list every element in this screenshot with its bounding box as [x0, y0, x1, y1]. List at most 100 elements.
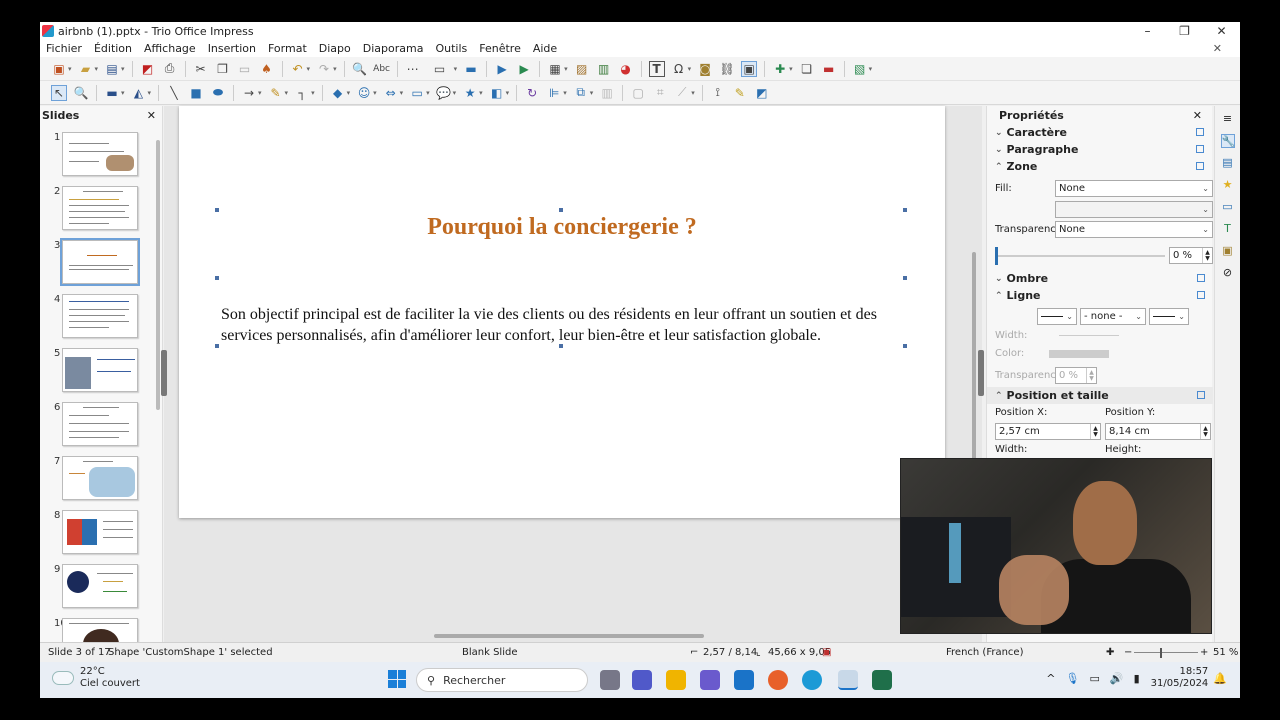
open-dropdown-icon[interactable]: ▾: [95, 65, 99, 73]
select-icon[interactable]: ↖: [51, 84, 67, 101]
text-box-icon[interactable]: T: [648, 60, 665, 77]
selection-handle[interactable]: [215, 276, 219, 280]
menu-diapo[interactable]: Diapo: [319, 42, 351, 55]
paste-icon[interactable]: ▭: [237, 61, 253, 77]
find-replace-icon[interactable]: 🔍: [352, 61, 368, 77]
close-properties-icon[interactable]: ✕: [1193, 109, 1202, 122]
selection-handle[interactable]: [903, 344, 907, 348]
special-character-icon[interactable]: Ω: [671, 61, 687, 77]
position-x-input[interactable]: 2,57 cm ▲ ▼: [995, 423, 1101, 440]
stars-icon[interactable]: ★: [462, 85, 478, 101]
mail-icon[interactable]: [734, 670, 754, 690]
transparency-select[interactable]: None ⌄: [1055, 221, 1213, 238]
file-explorer-icon[interactable]: [666, 670, 686, 690]
more-options-icon[interactable]: [1197, 291, 1205, 299]
start-from-current-icon[interactable]: ▶: [516, 61, 532, 77]
flowchart-dropdown-icon[interactable]: ▾: [426, 89, 430, 97]
close-slides-pane-icon[interactable]: ✕: [147, 109, 156, 122]
master-slide-icon[interactable]: ▬: [463, 61, 479, 77]
3d-objects-icon[interactable]: ◧: [489, 85, 505, 101]
undo-dropdown-icon[interactable]: ▾: [307, 65, 311, 73]
menu-fenetre[interactable]: Fenêtre: [479, 42, 521, 55]
battery-icon[interactable]: ▮: [1134, 672, 1140, 685]
minimize-button[interactable]: –: [1129, 22, 1166, 40]
master-slides-icon[interactable]: ▤: [1221, 156, 1235, 170]
selection-handle[interactable]: [559, 344, 563, 348]
spin-buttons-icon[interactable]: ▲ ▼: [1200, 424, 1210, 439]
properties-icon[interactable]: 🔧: [1220, 134, 1235, 148]
firefox-icon[interactable]: [768, 670, 788, 690]
navigator-icon[interactable]: ⊘: [1221, 266, 1235, 280]
slider-thumb[interactable]: [995, 246, 998, 265]
redo-icon[interactable]: ↷: [316, 61, 332, 77]
horizontal-scrollbar[interactable]: [434, 634, 704, 638]
animation-icon[interactable]: ★: [1221, 178, 1235, 192]
spelling-icon[interactable]: Abc: [373, 61, 390, 77]
section-ombre[interactable]: ⌄ Ombre: [987, 270, 1213, 287]
restore-button[interactable]: ❐: [1166, 22, 1203, 40]
menu-outils[interactable]: Outils: [435, 42, 467, 55]
close-window-button[interactable]: ✕: [1203, 22, 1240, 40]
table-icon[interactable]: ▦: [547, 61, 563, 77]
layout-dropdown-icon[interactable]: ▾: [869, 65, 873, 73]
copy-icon[interactable]: ❐: [215, 61, 231, 77]
points-icon[interactable]: ⟟: [710, 85, 726, 101]
rotate-icon[interactable]: ↻: [524, 85, 540, 101]
new-slide-dropdown-icon[interactable]: ▾: [789, 65, 793, 73]
hyperlink-icon[interactable]: ⛓: [719, 61, 735, 77]
views-dropdown-icon[interactable]: ▾: [454, 65, 458, 73]
slide-thumbnail-9[interactable]: 9: [40, 564, 150, 614]
new-slide-icon[interactable]: ✚: [772, 61, 788, 77]
slide-thumbnail-8[interactable]: 8: [40, 510, 150, 560]
crop-icon[interactable]: ⌗: [652, 85, 668, 101]
spin-buttons-icon[interactable]: ▲ ▼: [1086, 368, 1096, 383]
filter-dropdown-icon[interactable]: ▾: [691, 89, 695, 97]
glue-points-icon[interactable]: ✎: [732, 85, 748, 101]
curve-dropdown-icon[interactable]: ▾: [285, 89, 289, 97]
chart-icon[interactable]: ◕: [618, 61, 634, 77]
menu-fichier[interactable]: Fichier: [46, 42, 82, 55]
spin-buttons-icon[interactable]: ▲ ▼: [1090, 424, 1100, 439]
slide-thumbnail-7[interactable]: 7: [40, 456, 150, 506]
clock[interactable]: 18:57 31/05/2024: [1151, 666, 1209, 690]
slide-title[interactable]: Pourquoi la conciergerie ?: [179, 214, 945, 241]
toggle-extrusion-icon[interactable]: ◩: [754, 85, 770, 101]
zoom-slider-thumb[interactable]: [1160, 648, 1162, 658]
slide-thumbnail-10[interactable]: 10: [40, 618, 150, 642]
shadow-icon[interactable]: ▢: [630, 85, 646, 101]
selection-handle[interactable]: [903, 276, 907, 280]
microphone-icon[interactable]: 🎙: [1066, 672, 1080, 685]
transparency-slider[interactable]: [995, 246, 1165, 265]
arrange-icon[interactable]: ⧉: [573, 85, 589, 101]
arrow-dropdown-icon[interactable]: ▾: [258, 89, 262, 97]
line-end-select[interactable]: ⌄: [1149, 308, 1189, 325]
selection-handle[interactable]: [559, 208, 563, 212]
display-views-icon[interactable]: ▭: [427, 61, 453, 77]
3d-dropdown-icon[interactable]: ▾: [506, 89, 510, 97]
transparency-percent-spin[interactable]: 0 % ▲ ▼: [1169, 247, 1213, 264]
filter-icon[interactable]: ⟋: [674, 85, 690, 101]
styles-icon[interactable]: T: [1221, 222, 1235, 236]
slide-thumbnail-1[interactable]: 1: [40, 132, 150, 182]
flowchart-icon[interactable]: ▭: [409, 85, 425, 101]
slide-thumbnail-5[interactable]: 5: [40, 348, 150, 398]
fontwork-icon[interactable]: ◙: [697, 61, 713, 77]
slide-canvas[interactable]: Pourquoi la conciergerie ? Son objectif …: [179, 106, 945, 518]
clone-formatting-icon[interactable]: ♠: [259, 61, 275, 77]
slide-transition-icon[interactable]: ▭: [1221, 200, 1235, 214]
microsoft-store-icon[interactable]: [700, 670, 720, 690]
callouts-icon[interactable]: 💬: [436, 85, 452, 101]
arrow-line-icon[interactable]: →: [241, 85, 257, 101]
volume-icon[interactable]: 🔊: [1110, 672, 1124, 685]
connector-icon[interactable]: ┐: [294, 85, 310, 101]
slide-thumbnail-3[interactable]: 3: [40, 238, 150, 290]
menu-format[interactable]: Format: [268, 42, 307, 55]
section-ligne[interactable]: ⌃ Ligne: [987, 287, 1213, 304]
slide-thumbnail-2[interactable]: 2: [40, 186, 150, 236]
line-icon[interactable]: ╲: [166, 85, 182, 101]
menu-insertion[interactable]: Insertion: [208, 42, 256, 55]
line-transparency-spin[interactable]: 0 % ▲ ▼: [1055, 367, 1097, 384]
section-paragraphe[interactable]: ⌄ Paragraphe: [987, 141, 1212, 158]
selection-handle[interactable]: [215, 208, 219, 212]
collapse-slides-pane-handle[interactable]: [161, 350, 167, 396]
